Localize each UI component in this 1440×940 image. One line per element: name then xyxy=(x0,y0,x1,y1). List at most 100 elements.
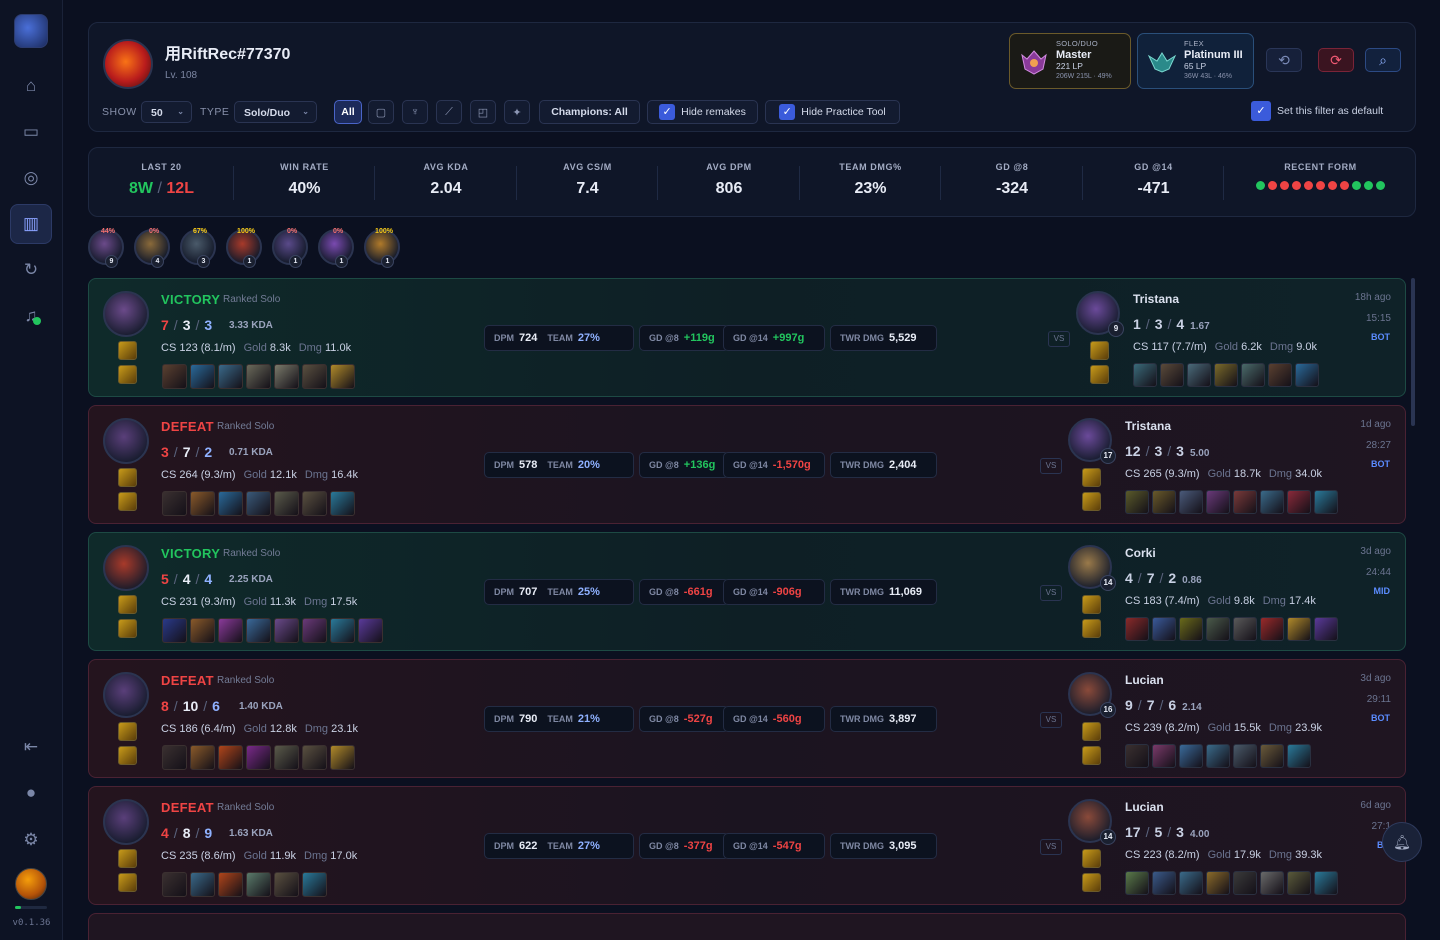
item-icon xyxy=(1206,871,1230,895)
champion-strip-item[interactable]: 44% 9 xyxy=(88,228,124,268)
target-icon[interactable]: ◎ xyxy=(10,158,52,198)
platinum-emblem-icon xyxy=(1147,52,1177,73)
champions-filter[interactable]: Champions: All xyxy=(539,100,640,124)
stat-0: LAST 20 8W / 12L xyxy=(89,148,234,218)
summoner-spell-icon xyxy=(1082,722,1101,741)
user-avatar[interactable] xyxy=(15,868,47,900)
role-filter-all[interactable]: All xyxy=(334,100,362,124)
set-default-label: Set this filter as default xyxy=(1277,105,1384,117)
bell-icon[interactable]: ♫ xyxy=(10,296,52,336)
match-result: DEFEAT xyxy=(161,673,214,688)
progress-bar xyxy=(15,906,47,909)
item-icon xyxy=(190,618,215,643)
opponent-cs-gold-dmg: CS 223 (8.2/m) Gold 17.9k Dmg 39.3k xyxy=(1125,849,1323,861)
item-icon xyxy=(1206,617,1230,641)
match-duration: 28:27 xyxy=(1365,440,1391,451)
summoner-spell-icon xyxy=(1082,492,1101,511)
match-card[interactable]: DEFEAT Ranked Solo 8/10/6 1.40 KDA CS 186 (6… xyxy=(88,659,1406,778)
refresh-button[interactable]: ⟳ xyxy=(1318,48,1354,72)
champion-avatar[interactable] xyxy=(103,291,149,337)
set-default-toggle[interactable]: ✓ Set this filter as default xyxy=(1251,101,1383,121)
dpm-pill: DPM 724 TEAM 27% xyxy=(484,325,634,351)
champion-strip-item[interactable]: 67% 3 xyxy=(180,228,216,268)
opponent-level: 14 xyxy=(1100,829,1116,845)
form-dot xyxy=(1352,181,1361,190)
time-ago: 3d ago xyxy=(1360,546,1391,557)
sync-button[interactable]: ⟲ xyxy=(1266,48,1302,72)
opponent-champion: Tristana xyxy=(1125,419,1172,433)
champion-avatar[interactable] xyxy=(103,799,149,845)
champion-strip-item[interactable]: 0% 4 xyxy=(134,228,170,268)
match-card[interactable]: DEFEAT Ranked Solo 3/7/2 0.71 KDA CS 264 (9.… xyxy=(88,405,1406,524)
role-bot-icon[interactable]: ◰ xyxy=(470,100,496,124)
scrollbar[interactable] xyxy=(1411,278,1415,426)
item-icon xyxy=(1206,490,1230,514)
summoner-spell-icon xyxy=(1082,746,1101,765)
role-mid-icon[interactable]: ⟋ xyxy=(436,100,462,124)
champion-strip-item[interactable]: 0% 1 xyxy=(272,228,308,268)
opponent-level: 16 xyxy=(1100,702,1116,718)
notification-bell-button[interactable]: 🔔︎ xyxy=(1382,822,1422,862)
filter-bar: SHOW 50 ⌄ TYPE Solo/Duo ⌄ All ▢ ♆ ⟋ ◰ ✦ Ch… xyxy=(89,99,1417,125)
home-icon[interactable]: ⌂ xyxy=(10,66,52,106)
match-card[interactable]: DEFEAT Ranked Solo 4/8/9 1.63 KDA CS 235 (8.… xyxy=(88,786,1406,905)
match-card[interactable]: VICTORY Ranked Solo 5/4/4 2.25 KDA CS 231 (9… xyxy=(88,532,1406,651)
champion-strip-item[interactable]: 0% 1 xyxy=(318,228,354,268)
opponent-item-build xyxy=(1133,363,1319,387)
role-top-icon[interactable]: ▢ xyxy=(368,100,394,124)
gd8-pill: GD @8 -661g xyxy=(639,579,729,605)
champion-strip-item[interactable]: 100% 1 xyxy=(226,228,262,268)
item-icon xyxy=(1133,363,1157,387)
logout-icon[interactable]: ⇤ xyxy=(10,727,52,767)
show-select[interactable]: 50 ⌄ xyxy=(141,101,192,123)
role-support-icon[interactable]: ✦ xyxy=(504,100,530,124)
hide-remakes-toggle[interactable]: ✓ Hide remakes xyxy=(647,100,758,124)
summoner-spell-icon xyxy=(118,619,137,638)
champion-strip-item[interactable]: 100% 1 xyxy=(364,228,400,268)
summoner-name: 用RiftRec#77370 xyxy=(165,46,291,63)
history-icon[interactable]: ↻ xyxy=(10,250,52,290)
search-button[interactable]: ⌕ xyxy=(1365,48,1401,72)
item-icon xyxy=(246,364,271,389)
champion-winrate: 100% xyxy=(375,228,393,235)
stats-summary: LAST 20 8W / 12L WIN RATE 40% AVG KDA 2.04 AVG… xyxy=(88,147,1416,217)
kda-ratio: 2.25 KDA xyxy=(229,574,273,585)
item-icon xyxy=(330,491,355,516)
sidebar: ⌂ ▭ ◎ ▥ ↻ ♫ ⇤ ● ⚙ v0.1.36 xyxy=(0,0,63,940)
item-icon xyxy=(1179,744,1203,768)
form-dot xyxy=(1328,181,1337,190)
item-icon xyxy=(1125,490,1149,514)
opponent-champion: Tristana xyxy=(1133,292,1180,306)
opponent-level: 17 xyxy=(1100,448,1116,464)
type-select[interactable]: Solo/Duo ⌄ xyxy=(234,101,317,123)
summoner-spell-icon xyxy=(1082,619,1101,638)
tower-dmg-pill: TWR DMG 2,404 xyxy=(830,452,937,478)
opponent-cs-gold-dmg: CS 265 (9.3/m) Gold 18.7k Dmg 34.0k xyxy=(1125,468,1323,480)
champion-winrate: 0% xyxy=(332,228,344,235)
hide-practice-toggle[interactable]: ✓ Hide Practice Tool xyxy=(765,100,900,124)
champion-avatar[interactable] xyxy=(103,418,149,464)
champion-winrate: 0% xyxy=(286,228,298,235)
tower-dmg-pill: TWR DMG 11,069 xyxy=(830,579,937,605)
dpm-pill: DPM 622 TEAM 27% xyxy=(484,833,634,859)
type-label: TYPE xyxy=(200,106,230,118)
gear-icon[interactable]: ⚙ xyxy=(10,820,52,860)
match-queue: Ranked Solo xyxy=(217,421,275,432)
champion-avatar[interactable] xyxy=(103,672,149,718)
form-dot xyxy=(1280,181,1289,190)
dpm-pill: DPM 790 TEAM 21% xyxy=(484,706,634,732)
item-icon xyxy=(1206,744,1230,768)
stat-label: GD @8 xyxy=(995,162,1029,172)
match-card[interactable]: VICTORY Ranked Solo 7/3/3 3.33 KDA CS 123 (8… xyxy=(88,278,1406,397)
role-jungle-icon[interactable]: ♆ xyxy=(402,100,428,124)
rank-queue: FLEX xyxy=(1184,39,1204,48)
video-icon[interactable]: ▭ xyxy=(10,112,52,152)
gd8-pill: GD @8 +136g xyxy=(639,452,729,478)
match-result: DEFEAT xyxy=(161,800,214,815)
status-icon[interactable]: ● xyxy=(10,773,52,813)
champion-avatar[interactable] xyxy=(103,545,149,591)
stats-chart-icon[interactable]: ▥ xyxy=(10,204,52,244)
item-icon xyxy=(1152,490,1176,514)
app-logo-icon[interactable] xyxy=(14,14,48,48)
champion-games-count: 1 xyxy=(243,255,256,268)
